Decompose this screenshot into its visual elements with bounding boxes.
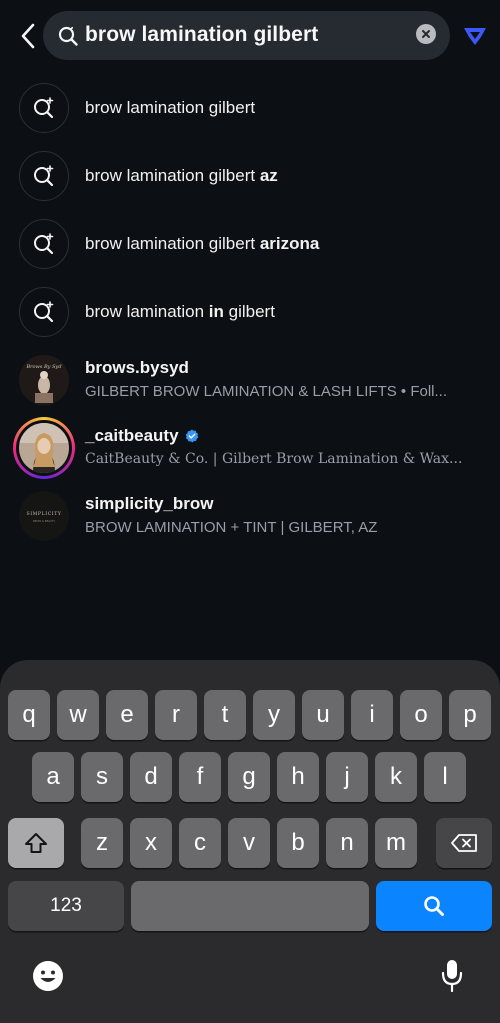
key-h[interactable]: h [277,752,319,802]
account-result-caitbeauty[interactable]: _caitbeauty CaitBeauty & Co. | Gilbert B… [0,416,500,484]
key-d[interactable]: d [130,752,172,802]
delete-key[interactable] [436,818,492,868]
suggestion-text: brow lamination gilbert arizona [85,234,320,253]
key-r[interactable]: r [155,690,197,740]
key-m[interactable]: m [375,818,417,868]
key-g[interactable]: g [228,752,270,802]
suggestion-text: brow lamination in gilbert [85,302,275,321]
key-q[interactable]: q [8,690,50,740]
search-query-text: brow lamination gilbert [85,23,319,46]
account-subtitle: GILBERT BROW LAMINATION & LASH LIFTS • F… [85,383,447,400]
suggestion-item[interactable]: brow lamination gilbert az [0,142,500,210]
key-j[interactable]: j [326,752,368,802]
backspace-icon [451,834,477,852]
account-result-brows-bysyd[interactable]: Brows By Syd brows.bysyd GILBERT BROW LA… [0,348,500,416]
account-result-simplicity-brow[interactable]: SIMPLICITY BROW & BEAUTY simplicity_brow… [0,484,500,552]
search-input[interactable]: brow lamination gilbert [43,11,450,60]
on-screen-keyboard: q w e r t y u i o p a s d f g h j k l z … [0,660,500,1023]
suggestion-text: brow lamination gilbert [85,98,256,117]
key-a[interactable]: a [32,752,74,802]
search-suggestion-icon [19,219,69,269]
space-key[interactable] [131,881,369,931]
key-n[interactable]: n [326,818,368,868]
avatar-logo-subtext: BROW & BEAUTY [33,519,56,523]
search-suggestion-icon [19,83,69,133]
key-o[interactable]: o [400,690,442,740]
key-p[interactable]: p [449,690,491,740]
search-icon [424,896,444,916]
key-v[interactable]: v [228,818,270,868]
emoji-icon [33,961,63,991]
chevron-left-icon [21,23,35,49]
avatar-logo-text: SIMPLICITY [26,511,61,517]
shift-key[interactable] [8,818,64,868]
back-button[interactable] [14,20,42,52]
key-z[interactable]: z [81,818,123,868]
verified-badge-icon [185,429,198,443]
key-i[interactable]: i [351,690,393,740]
key-f[interactable]: f [179,752,221,802]
suggestion-item[interactable]: brow lamination in gilbert [0,278,500,346]
story-ring [13,417,75,479]
emoji-button[interactable] [32,960,64,997]
dictation-button[interactable] [440,958,464,999]
key-l[interactable]: l [424,752,466,802]
key-x[interactable]: x [130,818,172,868]
microphone-icon [441,960,463,993]
key-e[interactable]: e [106,690,148,740]
suggestion-item[interactable]: brow lamination gilbert [0,74,500,142]
search-icon [58,26,78,46]
filter-icon [464,28,486,45]
clear-search-button[interactable] [416,24,436,44]
key-w[interactable]: w [57,690,99,740]
avatar: SIMPLICITY BROW & BEAUTY [19,491,69,541]
search-header: brow lamination gilbert [0,0,500,72]
numbers-key[interactable]: 123 [8,881,124,931]
key-y[interactable]: y [253,690,295,740]
search-suggestion-icon [19,287,69,337]
key-b[interactable]: b [277,818,319,868]
suggestion-text: brow lamination gilbert az [85,166,278,185]
avatar [19,423,69,473]
key-k[interactable]: k [375,752,417,802]
account-subtitle: CaitBeauty & Co. | Gilbert Brow Laminati… [85,451,463,467]
account-username: _caitbeauty [85,426,199,446]
account-subtitle: BROW LAMINATION + TINT | GILBERT, AZ [85,519,378,536]
account-username: simplicity_brow [85,494,214,513]
suggestion-item[interactable]: brow lamination gilbert arizona [0,210,500,278]
key-t[interactable]: t [204,690,246,740]
close-icon [422,30,430,38]
account-username: brows.bysyd [85,358,189,377]
key-u[interactable]: u [302,690,344,740]
key-c[interactable]: c [179,818,221,868]
search-key[interactable] [376,881,492,931]
avatar: Brows By Syd [19,355,69,405]
search-suggestion-icon [19,151,69,201]
avatar-logo-text: Brows By Syd [25,364,61,370]
shift-icon [25,833,47,853]
key-s[interactable]: s [81,752,123,802]
filter-button[interactable] [462,23,488,49]
